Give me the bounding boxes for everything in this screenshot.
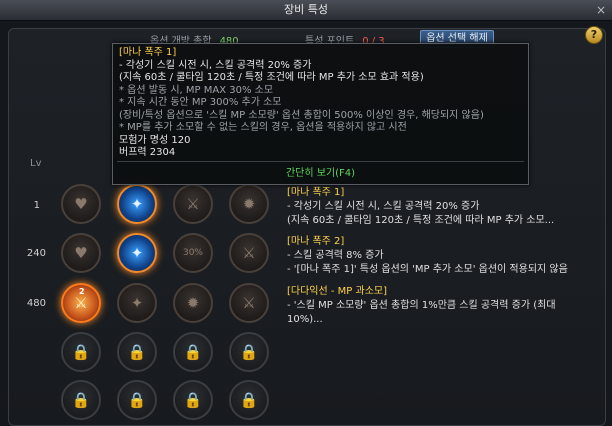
tooltip-line: * MP를 추가 소모할 수 없는 스킬의 경우, 옵션을 적용하지 않고 시전 — [119, 122, 407, 133]
locked-slot: 🔒 — [173, 332, 213, 372]
row-level: 240 — [26, 248, 46, 259]
locked-slot: 🔒 — [173, 380, 213, 420]
sword-icon: ⚔ — [186, 195, 200, 213]
sword-icon: ⚔ — [242, 294, 256, 312]
option-line: 10%)... — [287, 314, 323, 325]
slot-percent-icon[interactable]: 30% — [173, 233, 213, 273]
option-line: - 각성기 스킬 시전 시, 스킬 공격력 20% 증가 — [287, 201, 480, 212]
locked-slot: 🔒 — [229, 380, 269, 420]
slot-mana-burst-icon[interactable]: ✦ — [117, 184, 157, 224]
slot-selected-sword-icon[interactable]: 2 ⚔ — [61, 283, 101, 323]
lock-icon: 🔒 — [127, 391, 147, 409]
slot-flame-icon[interactable]: ✹ — [173, 283, 213, 323]
level-badge: 2 — [79, 287, 85, 296]
option-title: [마나 폭주 1] — [287, 187, 345, 198]
lock-icon: 🔒 — [239, 391, 259, 409]
locked-slot: 🔒 — [229, 332, 269, 372]
rune-icon: ✦ — [130, 244, 144, 262]
tooltip-line: (지속 60초 / 쿨타임 120초 / 특정 조건에 따라 MP 추가 소모 … — [119, 72, 424, 83]
window-title-bar: 장비 특성 × — [0, 0, 612, 21]
tooltip-line: (장비/특성 옵션으로 '스킬 MP 소모량' 옵션 총합이 500% 이상인 … — [119, 109, 484, 121]
gear-icon: ✹ — [242, 195, 256, 213]
level-column-header: Lv — [30, 158, 42, 169]
option-line: - '[마나 폭주 1]' 특성 옵션의 'MP 추가 소모' 옵션이 적용되지… — [287, 264, 568, 275]
slot-orb-icon[interactable]: ✦ — [117, 283, 157, 323]
locked-slot: 🔒 — [61, 380, 101, 420]
slot-mana-burst-icon[interactable]: ✦ — [117, 233, 157, 273]
slot-heart-icon[interactable]: ♥ — [61, 184, 101, 224]
lock-icon: 🔒 — [71, 343, 91, 361]
option-title: [마나 폭주 2] — [287, 236, 345, 247]
locked-slot: 🔒 — [61, 332, 101, 372]
locked-slot: 🔒 — [117, 380, 157, 420]
slot-heart-icon[interactable]: ♥ — [61, 233, 101, 273]
percent-badge: 30% — [182, 248, 203, 258]
lock-icon: 🔒 — [127, 343, 147, 361]
gear-icon: ✹ — [186, 294, 200, 312]
tooltip-line: - 각성기 스킬 시전 시, 스킬 공격력 20% 증가 — [119, 59, 312, 71]
window-title: 장비 특성 — [284, 3, 328, 16]
close-icon[interactable]: × — [596, 0, 606, 20]
lock-icon: 🔒 — [239, 343, 259, 361]
lock-icon: 🔒 — [71, 391, 91, 409]
slot-cross-icon[interactable]: ⚔ — [173, 184, 213, 224]
tooltip-line: * 지속 시간 동안 MP 300% 추가 소모 — [119, 97, 282, 108]
slot-sword-icon[interactable]: ⚔ — [229, 233, 269, 273]
tooltip-line: 모험가 명성 120 — [119, 134, 191, 146]
rune-icon: ✦ — [130, 294, 144, 312]
slot-gear-icon[interactable]: ✹ — [229, 184, 269, 224]
locked-slot: 🔒 — [117, 332, 157, 372]
heart-icon: ♥ — [74, 244, 88, 262]
lock-icon: 🔒 — [183, 343, 203, 361]
option-line: - '스킬 MP 소모량' 옵션 총합의 1%만큼 스킬 공격력 증가 (최대 — [287, 300, 556, 311]
tooltip-line: 버프력 2304 — [119, 147, 176, 158]
option-description: [마나 폭주 2] - 스킬 공격력 8% 증가 - '[마나 폭주 1]' 특… — [287, 235, 605, 277]
option-line: - 스킬 공격력 8% 증가 — [287, 250, 384, 261]
tooltip-divider — [117, 161, 524, 162]
sword-icon: ⚔ — [74, 294, 88, 312]
lock-icon: 🔒 — [183, 391, 203, 409]
help-icon[interactable]: ? — [585, 26, 603, 44]
sword-icon: ⚔ — [242, 244, 256, 262]
heart-icon: ♥ — [74, 195, 88, 213]
tooltip-line: [마나 폭주 1] — [119, 47, 177, 58]
option-line: (지속 60초 / 쿨타임 120초 / 특정 조건에 따라 MP 추가 소모.… — [287, 215, 555, 226]
option-title: [다다익선 - MP 과소모] — [287, 286, 388, 297]
row-level: 480 — [26, 298, 46, 309]
option-tooltip: [마나 폭주 1] - 각성기 스킬 시전 시, 스킬 공격력 20% 증가 (… — [112, 43, 529, 185]
slot-blade-icon[interactable]: ⚔ — [229, 283, 269, 323]
simple-view-toggle[interactable]: 간단히 보기(F4) — [113, 168, 528, 181]
rune-icon: ✦ — [130, 195, 144, 213]
option-description: [마나 폭주 1] - 각성기 스킬 시전 시, 스킬 공격력 20% 증가 (… — [287, 186, 605, 228]
tooltip-line: * 옵션 발동 시, MP MAX 30% 소모 — [119, 84, 274, 96]
row-level: 1 — [33, 200, 40, 211]
option-description: [다다익선 - MP 과소모] - '스킬 MP 소모량' 옵션 총합의 1%만… — [287, 285, 605, 327]
